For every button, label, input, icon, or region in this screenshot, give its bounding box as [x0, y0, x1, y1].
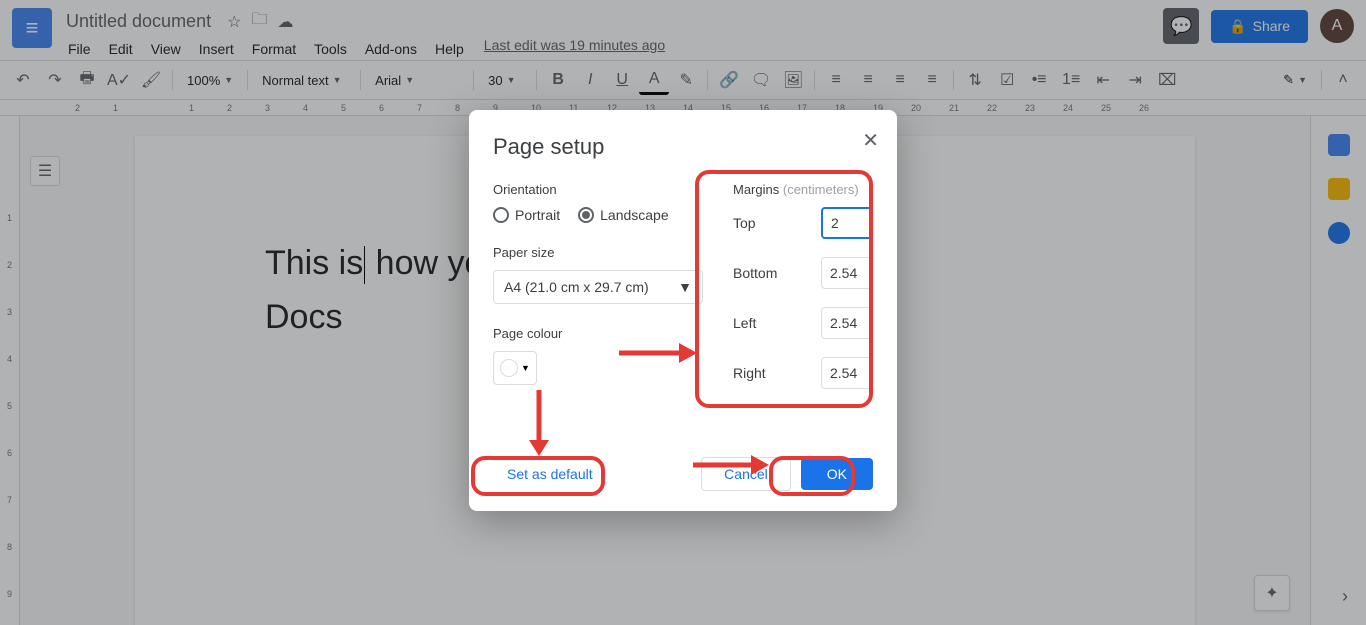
margin-bottom-label: Bottom: [733, 265, 777, 281]
margin-top-label: Top: [733, 215, 756, 231]
margin-top-input[interactable]: [821, 207, 873, 239]
page-colour-dropdown[interactable]: ▼: [493, 351, 537, 385]
margin-left-label: Left: [733, 315, 756, 331]
close-icon[interactable]: ✕: [862, 128, 879, 153]
margin-right-label: Right: [733, 365, 766, 381]
margins-label: Margins (centimeters): [733, 182, 873, 197]
page-colour-label: Page colour: [493, 326, 703, 341]
orientation-label: Orientation: [493, 182, 703, 197]
ok-button[interactable]: OK: [801, 458, 873, 490]
dialog-title: Page setup: [493, 134, 873, 160]
cancel-button[interactable]: Cancel: [701, 457, 791, 491]
margin-right-input[interactable]: [821, 357, 873, 389]
page-setup-dialog: Page setup ✕ Orientation Portrait Landsc…: [469, 110, 897, 511]
margin-bottom-input[interactable]: [821, 257, 873, 289]
modal-overlay: Page setup ✕ Orientation Portrait Landsc…: [0, 0, 1366, 625]
chevron-down-icon: ▼: [678, 279, 692, 295]
margin-left-input[interactable]: [821, 307, 873, 339]
paper-size-label: Paper size: [493, 245, 703, 260]
set-default-button[interactable]: Set as default: [493, 458, 607, 490]
paper-size-dropdown[interactable]: A4 (21.0 cm x 29.7 cm)▼: [493, 270, 703, 304]
portrait-radio[interactable]: Portrait: [493, 207, 560, 223]
landscape-radio[interactable]: Landscape: [578, 207, 669, 223]
